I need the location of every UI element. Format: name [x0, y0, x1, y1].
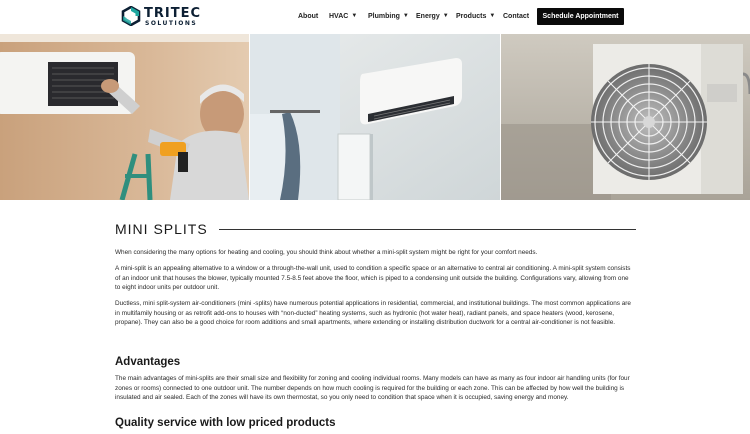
- brand-name: TRITEC: [144, 6, 202, 21]
- nav-item-contact[interactable]: Contact: [503, 12, 529, 22]
- site-header: TRITEC SOLUTIONS About HVAC ▼ Plumbing ▼ E…: [0, 0, 750, 34]
- nav-item-hvac[interactable]: HVAC ▼: [329, 12, 357, 22]
- nav-item-label: Energy: [416, 13, 440, 20]
- brand-logo[interactable]: TRITEC SOLUTIONS: [121, 6, 211, 28]
- section-title-row: MINI SPLITS: [115, 220, 636, 238]
- applications-paragraph: Ductless, mini split-system air-conditio…: [115, 300, 631, 327]
- quality-service-heading: Quality service with low priced products: [115, 417, 336, 429]
- advantages-paragraph: The main advantages of mini-splits are t…: [115, 375, 630, 402]
- hero-banner: [0, 34, 750, 200]
- advantages-heading: Advantages: [115, 356, 181, 368]
- nav-item-label: HVAC: [329, 13, 349, 20]
- title-divider: [219, 229, 636, 230]
- hero-image-technician: [0, 34, 249, 200]
- hero-image-outdoor-unit: [501, 34, 750, 200]
- nav-item-about[interactable]: About: [298, 12, 318, 22]
- nav-item-products[interactable]: Products ▼: [456, 12, 495, 22]
- nav-item-label: Plumbing: [368, 13, 400, 20]
- chevron-down-icon: ▼: [489, 13, 496, 19]
- brand-tagline: SOLUTIONS: [145, 20, 198, 27]
- page-title: MINI SPLITS: [115, 221, 208, 237]
- schedule-appointment-button[interactable]: Schedule Appointment: [537, 8, 624, 25]
- chevron-down-icon: ▼: [442, 13, 449, 19]
- nav-item-energy[interactable]: Energy ▼: [416, 12, 449, 22]
- intro-paragraph: When considering the many options for he…: [115, 249, 538, 256]
- nav-item-label: Products: [456, 13, 487, 20]
- chevron-down-icon: ▼: [351, 13, 358, 19]
- hexagon-logo-icon: [121, 6, 141, 26]
- hero-image-indoor-unit: [250, 34, 500, 200]
- nav-item-label: About: [298, 13, 319, 20]
- nav-item-label: Contact: [503, 13, 530, 20]
- mini-split-description-paragraph: A mini-split is an appealing alternative…: [115, 265, 631, 292]
- nav-item-plumbing[interactable]: Plumbing ▼: [368, 12, 409, 22]
- chevron-down-icon: ▼: [402, 13, 409, 19]
